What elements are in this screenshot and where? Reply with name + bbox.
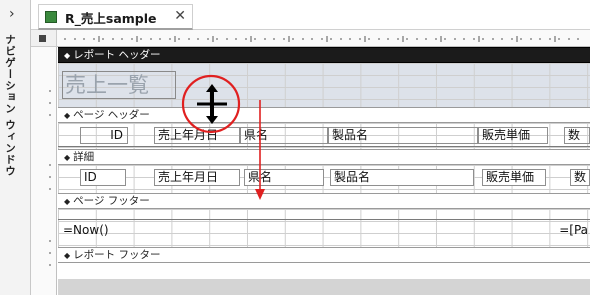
down-arrow-icon bbox=[255, 100, 265, 200]
annotation-overlay bbox=[181, 74, 265, 200]
resize-move-cursor-icon bbox=[197, 84, 227, 124]
